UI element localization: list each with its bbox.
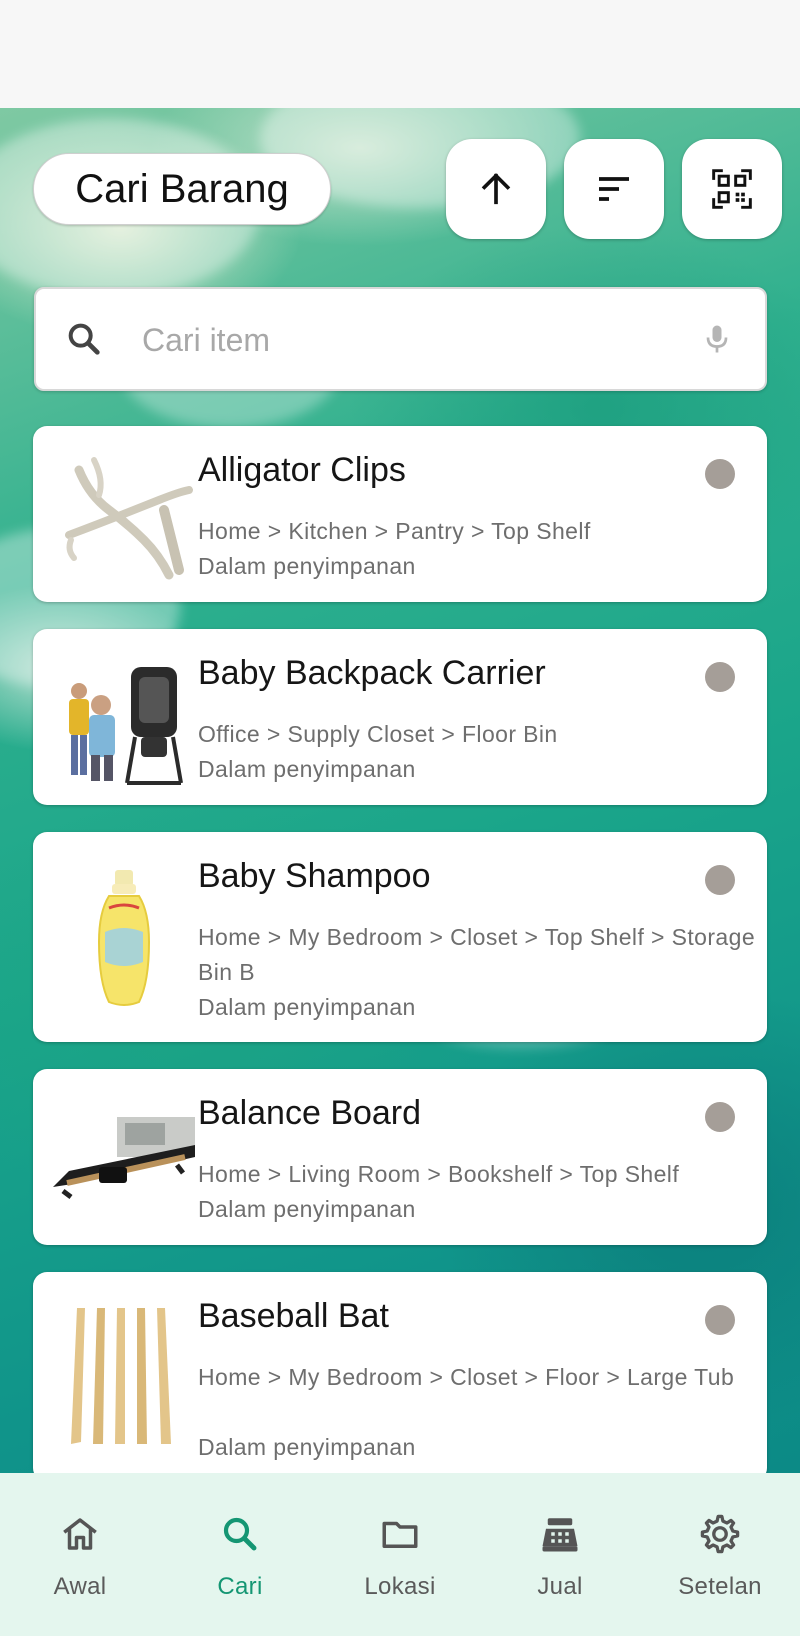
nav-label: Lokasi (364, 1573, 436, 1600)
cash-register-icon (542, 1518, 578, 1552)
search-input[interactable] (142, 315, 682, 365)
item-name: Alligator Clips (198, 451, 406, 489)
search-icon (68, 323, 100, 355)
item-status: Dalam penyimpanan (198, 553, 416, 579)
item-name: Baby Shampoo (198, 857, 431, 895)
item-status: Dalam penyimpanan (198, 1196, 416, 1222)
bottom-navigation: Awal Cari Lokasi Jual Setelan (0, 1473, 800, 1636)
sort-button[interactable] (564, 139, 664, 239)
nav-item-awal[interactable]: Awal (0, 1473, 160, 1636)
status-dot (705, 865, 735, 895)
qr-code-icon (712, 169, 752, 209)
search-icon (223, 1517, 257, 1551)
nav-label: Setelan (678, 1573, 762, 1600)
nav-label: Jual (537, 1573, 583, 1600)
item-thumbnail (69, 667, 183, 785)
status-bar (0, 0, 800, 108)
status-dot (705, 1305, 735, 1335)
sort-lines-icon (599, 177, 629, 201)
item-thumbnail (53, 1117, 195, 1199)
item-status: Dalam penyimpanan (198, 1434, 416, 1460)
item-location: Home > Kitchen > Pantry > Top Shelf (198, 518, 591, 544)
nav-item-jual[interactable]: Jual (480, 1473, 640, 1636)
status-dot (705, 662, 735, 692)
nav-label: Awal (53, 1573, 107, 1600)
item-name: Balance Board (198, 1094, 422, 1132)
item-thumbnail (65, 457, 193, 580)
item-card[interactable]: Balance Board Home > Living Room > Books… (33, 1069, 767, 1245)
status-dot (705, 1102, 735, 1132)
item-card[interactable]: Baseball Bat Home > My Bedroom > Closet … (33, 1272, 767, 1482)
home-icon (63, 1518, 97, 1550)
item-name: Baby Backpack Carrier (198, 654, 546, 692)
folder-icon (382, 1521, 418, 1548)
item-name: Baseball Bat (198, 1297, 389, 1335)
status-dot (705, 459, 735, 489)
item-card[interactable]: Baby Backpack Carrier Office > Supply Cl… (33, 629, 767, 805)
microphone-icon[interactable] (699, 321, 735, 357)
item-location: Office > Supply Closet > Floor Bin (198, 721, 558, 747)
item-status: Dalam penyimpanan (198, 994, 416, 1020)
item-status: Dalam penyimpanan (198, 756, 416, 782)
nav-item-lokasi[interactable]: Lokasi (320, 1473, 480, 1636)
arrow-up-icon (481, 173, 511, 205)
item-card[interactable]: Alligator Clips Home > Kitchen > Pantry … (33, 426, 767, 602)
item-card[interactable]: Baby Shampoo Home > My Bedroom > Closet … (33, 832, 767, 1042)
item-location: Home > Living Room > Bookshelf > Top She… (198, 1161, 680, 1187)
scan-button[interactable] (682, 139, 782, 239)
page-title: Cari Barang (33, 153, 331, 225)
gear-icon (700, 1514, 740, 1554)
item-location: Home > My Bedroom > Closet > Top Shelf >… (198, 924, 756, 985)
item-location: Home > My Bedroom > Closet > Floor > Lar… (198, 1364, 735, 1390)
nav-item-cari[interactable]: Cari (160, 1473, 320, 1636)
nav-label: Cari (217, 1573, 263, 1600)
item-thumbnail (97, 870, 151, 1006)
sort-direction-button[interactable] (446, 139, 546, 239)
item-thumbnail (71, 1308, 171, 1444)
nav-item-setelan[interactable]: Setelan (640, 1473, 800, 1636)
search-bar (34, 287, 767, 391)
